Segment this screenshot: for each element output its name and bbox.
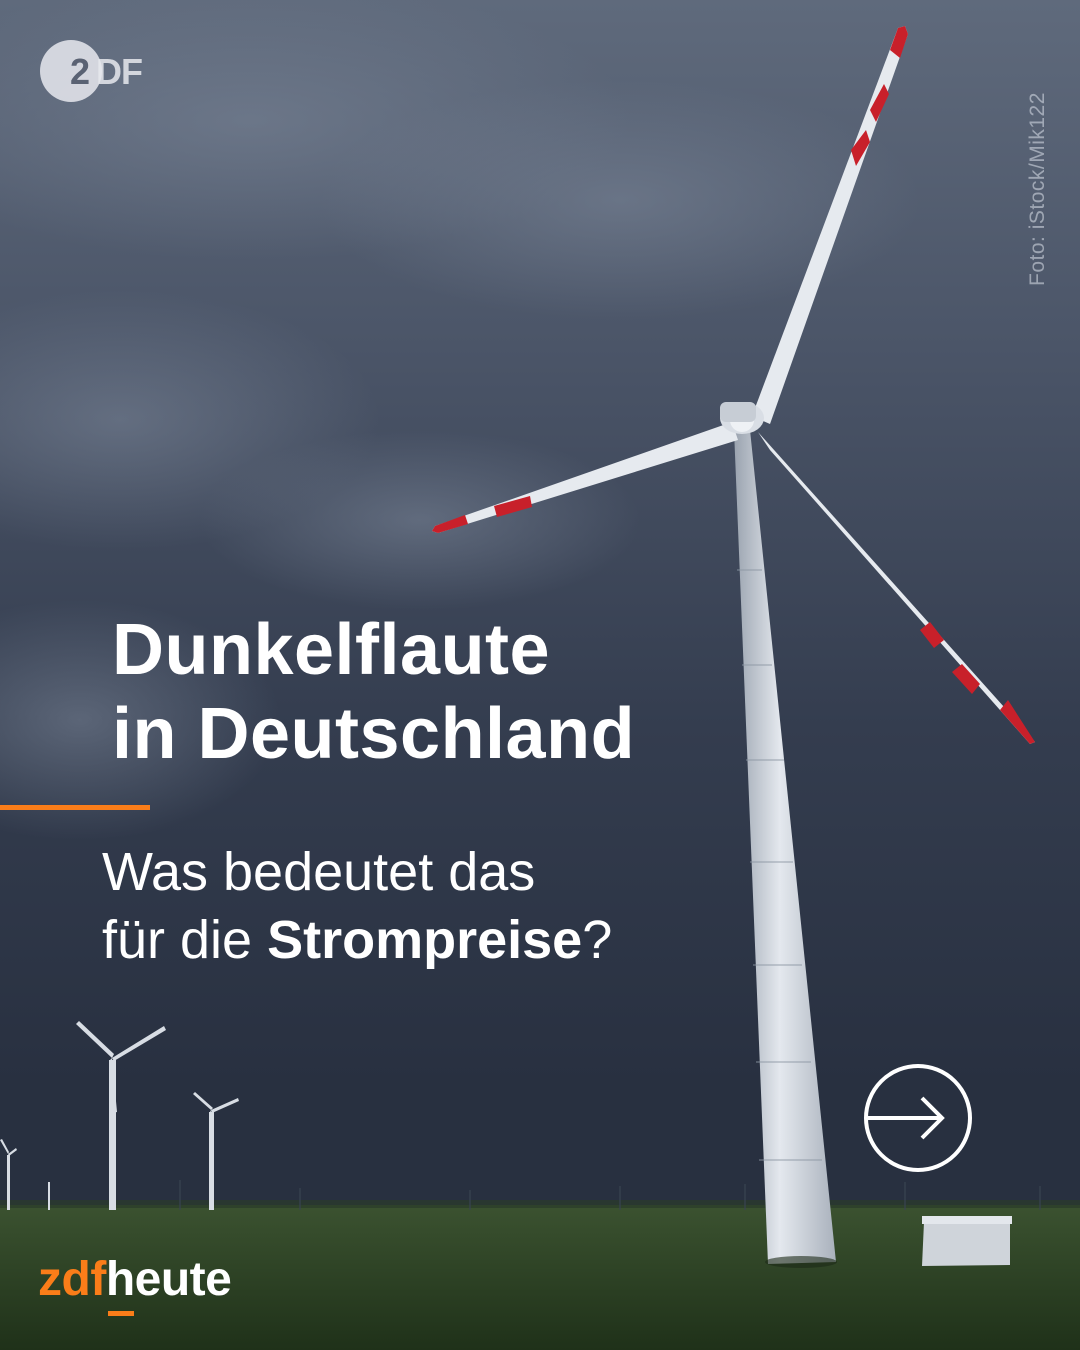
subheadline-line-1: Was bedeutet das [102, 842, 536, 902]
svg-text:2: 2 [70, 51, 89, 92]
subheadline-emphasis: Strompreise [267, 910, 583, 970]
svg-text:DF: DF [96, 51, 142, 92]
social-post-card: 2 DF Foto: iStock/Mik122 Dunkelflaute in… [0, 0, 1080, 1350]
brand-underline [107, 1311, 134, 1316]
headline-line-2: in Deutschland [112, 694, 636, 774]
brand-heute-text: heute [105, 1253, 232, 1306]
brand-heute: heute [105, 1253, 232, 1316]
photo-credit: Foto: iStock/Mik122 [1026, 92, 1049, 286]
subheadline-line-2: für die Strompreise? [102, 906, 612, 974]
brand-zdf: zdf [38, 1253, 106, 1306]
zdf-logo-icon: 2 DF [40, 40, 143, 102]
headline-line-1: Dunkelflaute [112, 610, 551, 690]
headline: Dunkelflaute in Deutschland [112, 608, 635, 776]
subheadline-prefix: für die [102, 910, 268, 970]
subheadline: Was bedeutet das für die Strompreise? [102, 838, 612, 974]
arrow-right-circle-icon[interactable] [862, 1062, 974, 1174]
accent-divider [0, 805, 150, 810]
subheadline-suffix: ? [582, 910, 613, 970]
zdfheute-brand-logo: zdfheute [38, 1252, 232, 1316]
